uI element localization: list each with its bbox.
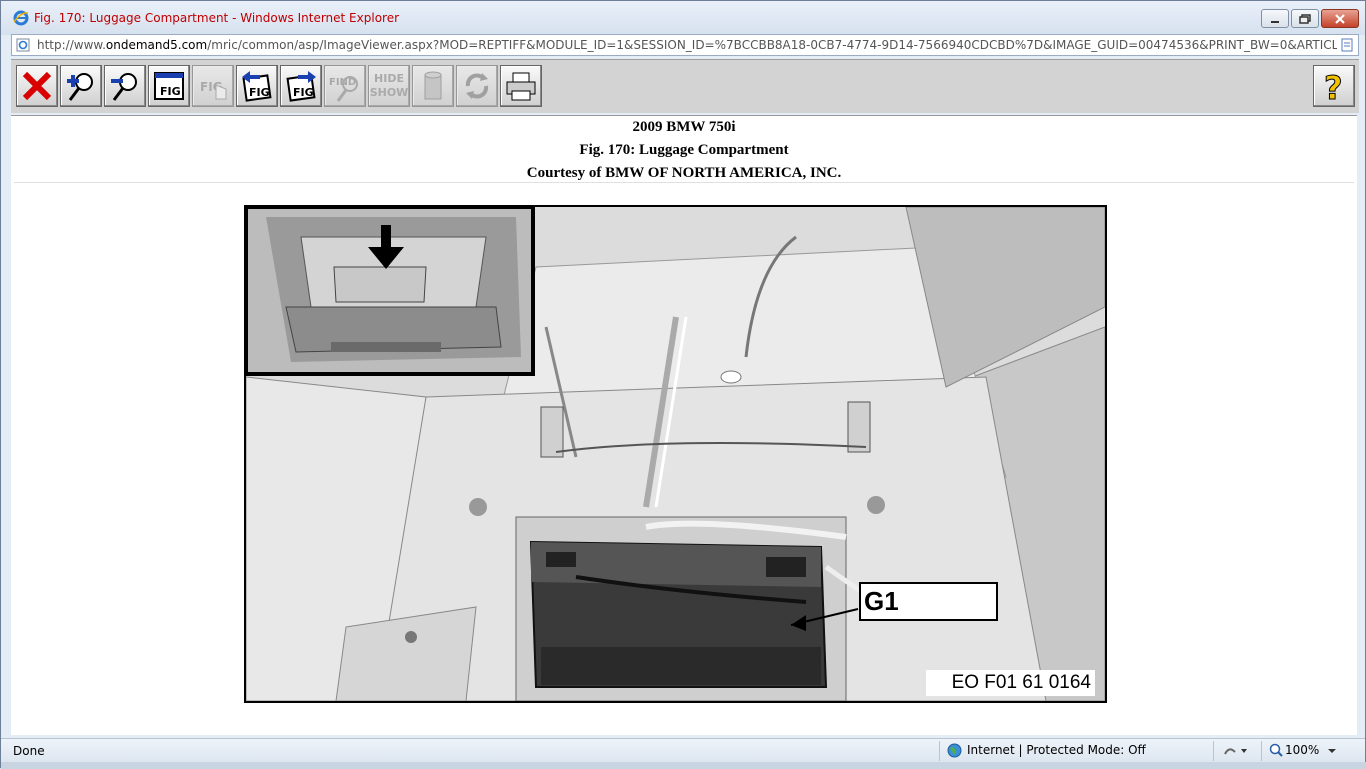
question-icon: ? bbox=[1324, 69, 1344, 103]
url-path: /mric/common/asp/ImageViewer.aspx?MOD=RE… bbox=[207, 38, 1337, 52]
hide-show-button[interactable]: HIDE SHOW bbox=[368, 65, 410, 107]
zoom-out-icon bbox=[111, 73, 137, 101]
fig-icon: FIG bbox=[154, 72, 184, 100]
status-separator bbox=[1213, 741, 1214, 761]
luggage-compartment-illustration bbox=[246, 207, 1105, 701]
fig-label: FIG bbox=[160, 85, 181, 98]
fig-forward-icon: FIG bbox=[286, 71, 316, 102]
refresh-button[interactable] bbox=[456, 65, 498, 107]
zoom-in-icon bbox=[67, 73, 93, 101]
zoom-dropdown-icon[interactable] bbox=[1327, 748, 1337, 754]
close-viewer-button[interactable] bbox=[16, 65, 58, 107]
security-zone-text[interactable]: Internet | Protected Mode: Off bbox=[947, 743, 1146, 757]
help-button[interactable]: ? bbox=[1313, 65, 1355, 107]
rotate-image-button[interactable] bbox=[412, 65, 454, 107]
luggage-compartment-figure: G1 EO F01 61 0164 bbox=[244, 205, 1107, 703]
header-divider bbox=[14, 182, 1354, 183]
window-title: Fig. 170: Luggage Compartment - Windows … bbox=[34, 11, 400, 25]
status-text: Done bbox=[13, 744, 45, 758]
fig-label: FIG bbox=[293, 86, 314, 99]
hide-label: HIDE bbox=[374, 72, 404, 85]
restore-icon bbox=[1299, 13, 1311, 24]
window-controls bbox=[1259, 9, 1359, 28]
viewer-toolbar: FIG FIG FIG FIG FIND HIDE SHOW ? bbox=[11, 59, 1359, 113]
url-prefix: http://www. bbox=[37, 38, 106, 52]
next-figure-button[interactable]: FIG bbox=[280, 65, 322, 107]
hide-show-icon: HIDE SHOW bbox=[369, 72, 409, 100]
internet-explorer-icon bbox=[13, 10, 29, 26]
url-text[interactable]: http://www.ondemand5.com/mric/common/asp… bbox=[37, 38, 1337, 52]
printer-icon bbox=[506, 72, 536, 101]
status-separator bbox=[939, 741, 940, 761]
figure-title: Fig. 170: Luggage Compartment bbox=[579, 142, 789, 158]
fig-back-icon: FIG bbox=[242, 71, 272, 102]
viewer-content: 2009 BMW 750i Fig. 170: Luggage Compartm… bbox=[11, 115, 1357, 735]
zoom-out-button[interactable] bbox=[104, 65, 146, 107]
find-icon: FIND bbox=[329, 76, 358, 102]
red-x-icon bbox=[22, 71, 52, 101]
page-icon bbox=[16, 38, 30, 52]
fig-hand-icon: FIG bbox=[200, 80, 227, 100]
help-label: ? bbox=[1324, 69, 1343, 103]
previous-figure-button[interactable]: FIG bbox=[236, 65, 278, 107]
courtesy-line: Courtesy of BMW OF NORTH AMERICA, INC. bbox=[526, 165, 842, 181]
title-bar: Fig. 170: Luggage Compartment - Windows … bbox=[1, 1, 1365, 35]
rotate-icon bbox=[424, 71, 442, 100]
pan-figure-button[interactable]: FIG bbox=[192, 65, 234, 107]
show-label: SHOW bbox=[369, 86, 409, 99]
zoom-in-button[interactable] bbox=[60, 65, 102, 107]
close-window-button[interactable] bbox=[1321, 9, 1359, 28]
status-bar: Done Internet | Protected Mode: Off 100% bbox=[1, 738, 1365, 762]
find-button[interactable]: FIND bbox=[324, 65, 366, 107]
page-compat-icon[interactable] bbox=[1340, 38, 1354, 52]
minimize-button[interactable] bbox=[1261, 9, 1289, 28]
minimize-icon bbox=[1271, 20, 1279, 23]
browser-window: Fig. 170: Luggage Compartment - Windows … bbox=[0, 0, 1366, 769]
figure-code: EO F01 61 0164 bbox=[925, 670, 1095, 696]
refresh-icon bbox=[465, 73, 489, 99]
restore-button[interactable] bbox=[1291, 9, 1319, 28]
fit-figure-button[interactable]: FIG bbox=[148, 65, 190, 107]
url-domain: ondemand5.com bbox=[105, 38, 208, 52]
protected-mode-dropdown-icon[interactable] bbox=[1223, 744, 1249, 758]
print-button[interactable] bbox=[500, 65, 542, 107]
close-icon bbox=[1335, 13, 1345, 24]
zoom-level[interactable]: 100% bbox=[1269, 743, 1319, 757]
status-separator bbox=[1261, 741, 1262, 761]
g1-callout-label: G1 bbox=[859, 582, 998, 621]
fig-label: FIG bbox=[249, 86, 270, 99]
address-bar[interactable]: http://www.ondemand5.com/mric/common/asp… bbox=[11, 34, 1359, 56]
vehicle-title: 2009 BMW 750i bbox=[632, 119, 736, 135]
